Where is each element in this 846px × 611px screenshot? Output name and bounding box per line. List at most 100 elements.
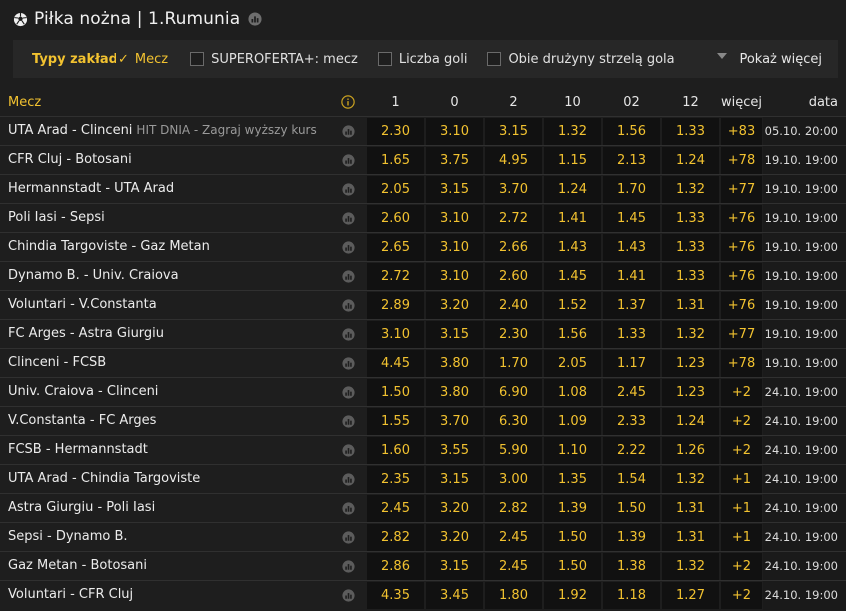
odd-button[interactable]: 2.40 [485, 292, 542, 319]
show-more-button[interactable]: Pokaż więcej [717, 40, 822, 78]
checkbox[interactable] [487, 52, 502, 66]
odd-button[interactable]: 2.60 [367, 205, 424, 232]
odd-button[interactable]: 1.50 [603, 495, 660, 522]
checkbox[interactable] [377, 52, 392, 66]
filter-liczba-goli[interactable]: Liczba goli [377, 52, 467, 67]
odd-button[interactable]: 3.10 [426, 234, 483, 261]
odd-button[interactable]: 2.86 [367, 553, 424, 580]
odd-button[interactable]: 1.70 [485, 350, 542, 377]
odd-button[interactable]: 1.33 [603, 321, 660, 348]
more-markets-button[interactable]: +76 [721, 263, 762, 290]
odd-button[interactable]: 2.45 [367, 495, 424, 522]
odd-button[interactable]: 1.33 [662, 118, 719, 145]
odd-button[interactable]: 2.30 [485, 321, 542, 348]
odd-button[interactable]: 1.17 [603, 350, 660, 377]
more-markets-button[interactable]: +2 [721, 408, 762, 435]
match-name-link[interactable]: Gaz Metan - Botosani [8, 558, 147, 573]
odd-button[interactable]: 1.32 [662, 466, 719, 493]
odd-button[interactable]: 1.41 [603, 263, 660, 290]
odd-button[interactable]: 3.20 [426, 292, 483, 319]
more-markets-button[interactable]: +1 [721, 466, 762, 493]
match-name-link[interactable]: Chindia Targoviste - Gaz Metan [8, 239, 210, 254]
odd-button[interactable]: 2.45 [485, 524, 542, 551]
odd-button[interactable]: 2.33 [603, 408, 660, 435]
stats-icon[interactable] [342, 589, 355, 602]
odd-button[interactable]: 1.43 [603, 234, 660, 261]
stats-icon[interactable] [342, 473, 355, 486]
match-name-link[interactable]: FC Arges - Astra Giurgiu [8, 326, 164, 341]
odd-button[interactable]: 1.56 [603, 118, 660, 145]
odd-button[interactable]: 1.31 [662, 524, 719, 551]
match-name-link[interactable]: Sepsi - Dynamo B. [8, 529, 128, 544]
odd-button[interactable]: 2.30 [367, 118, 424, 145]
odd-button[interactable]: 3.10 [367, 321, 424, 348]
odd-button[interactable]: 1.50 [367, 379, 424, 406]
filter-superoferta[interactable]: SUPEROFERTA+: mecz [190, 52, 358, 67]
stats-icon[interactable] [342, 531, 355, 544]
more-markets-button[interactable]: +2 [721, 553, 762, 580]
match-name-link[interactable]: CFR Cluj - Botosani [8, 152, 132, 167]
odd-button[interactable]: 2.60 [485, 263, 542, 290]
odd-button[interactable]: 1.50 [544, 553, 601, 580]
odd-button[interactable]: 1.24 [662, 408, 719, 435]
stats-icon[interactable] [342, 444, 355, 457]
odd-button[interactable]: 1.39 [544, 495, 601, 522]
odd-button[interactable]: 1.18 [603, 582, 660, 609]
odd-button[interactable]: 2.72 [367, 263, 424, 290]
odd-button[interactable]: 4.45 [367, 350, 424, 377]
odd-button[interactable]: 2.45 [485, 553, 542, 580]
odd-button[interactable]: 1.31 [662, 292, 719, 319]
odd-button[interactable]: 3.15 [426, 553, 483, 580]
odd-button[interactable]: 4.95 [485, 147, 542, 174]
odd-button[interactable]: 1.32 [662, 553, 719, 580]
odd-button[interactable]: 1.60 [367, 437, 424, 464]
stats-icon[interactable] [342, 560, 355, 573]
odd-button[interactable]: 3.15 [426, 466, 483, 493]
odd-button[interactable]: 4.35 [367, 582, 424, 609]
odd-button[interactable]: 2.45 [603, 379, 660, 406]
odd-button[interactable]: 1.23 [662, 379, 719, 406]
more-markets-button[interactable]: +76 [721, 205, 762, 232]
match-name-link[interactable]: V.Constanta - FC Arges [8, 413, 156, 428]
stats-icon[interactable] [342, 502, 355, 515]
odd-button[interactable]: 1.33 [662, 205, 719, 232]
match-name-link[interactable]: Dynamo B. - Univ. Craiova [8, 268, 179, 283]
match-name-link[interactable]: Hermannstadt - UTA Arad [8, 181, 174, 196]
checkbox[interactable] [190, 52, 205, 66]
match-name-link[interactable]: Voluntari - V.Constanta [8, 297, 157, 312]
match-name-link[interactable]: Univ. Craiova - Clinceni [8, 384, 158, 399]
more-markets-button[interactable]: +77 [721, 176, 762, 203]
stats-icon[interactable] [342, 299, 355, 312]
odd-button[interactable]: 2.35 [367, 466, 424, 493]
odd-button[interactable]: 1.32 [662, 176, 719, 203]
odd-button[interactable]: 1.37 [603, 292, 660, 319]
odd-button[interactable]: 1.80 [485, 582, 542, 609]
odd-button[interactable]: 3.10 [426, 205, 483, 232]
odd-button[interactable]: 2.22 [603, 437, 660, 464]
odd-button[interactable]: 1.23 [662, 350, 719, 377]
odd-button[interactable]: 2.72 [485, 205, 542, 232]
match-name-link[interactable]: Astra Giurgiu - Poli Iasi [8, 500, 155, 515]
odd-button[interactable]: 1.32 [662, 321, 719, 348]
odd-button[interactable]: 1.52 [544, 292, 601, 319]
stats-icon[interactable] [342, 125, 355, 138]
odd-button[interactable]: 1.41 [544, 205, 601, 232]
odd-button[interactable]: 3.80 [426, 379, 483, 406]
odd-button[interactable]: 3.45 [426, 582, 483, 609]
more-markets-button[interactable]: +76 [721, 234, 762, 261]
odd-button[interactable]: 2.05 [544, 350, 601, 377]
odd-button[interactable]: 3.70 [485, 176, 542, 203]
stats-icon[interactable] [342, 328, 355, 341]
odd-button[interactable]: 2.13 [603, 147, 660, 174]
odd-button[interactable]: 3.80 [426, 350, 483, 377]
more-markets-button[interactable]: +2 [721, 437, 762, 464]
more-markets-button[interactable]: +83 [721, 118, 762, 145]
odd-button[interactable]: 2.89 [367, 292, 424, 319]
more-markets-button[interactable]: +1 [721, 524, 762, 551]
odd-button[interactable]: 1.24 [544, 176, 601, 203]
odd-button[interactable]: 1.10 [544, 437, 601, 464]
odd-button[interactable]: 1.45 [544, 263, 601, 290]
odd-button[interactable]: 6.90 [485, 379, 542, 406]
odd-button[interactable]: 1.24 [662, 147, 719, 174]
more-markets-button[interactable]: +76 [721, 292, 762, 319]
